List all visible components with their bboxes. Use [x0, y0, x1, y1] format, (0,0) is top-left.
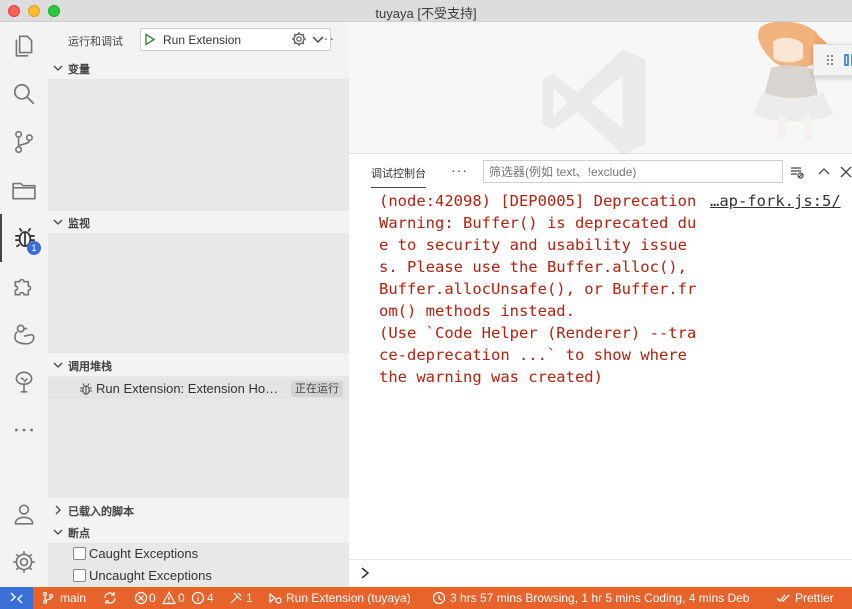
- callstack-session-row[interactable]: Run Extension: Extension Ho… 正在运行: [48, 379, 349, 399]
- files-icon: [15, 35, 33, 57]
- source-control-icon: [15, 130, 33, 154]
- vscode-watermark-logo: [542, 49, 646, 153]
- callstack-label: 调用堆栈: [68, 361, 112, 373]
- panel-more-icon[interactable]: ···: [451, 162, 468, 178]
- console-filter-input[interactable]: [483, 160, 783, 183]
- git-branch-icon: [42, 591, 54, 605]
- chevron-down-icon: [53, 362, 63, 368]
- search-activity[interactable]: [0, 70, 48, 118]
- watch-section-header[interactable]: 监视: [48, 211, 349, 233]
- status-bar: main 0 0 4 1 Run Extension (tuyaya) 3 hr…: [0, 587, 852, 609]
- folder-activity[interactable]: [0, 166, 48, 214]
- search-icon: [13, 83, 35, 105]
- more-icon: [15, 428, 33, 432]
- remote-indicator[interactable]: [0, 587, 33, 609]
- tree-icon: [15, 371, 33, 393]
- callstack-section-header[interactable]: 调用堆栈: [48, 354, 349, 376]
- console-source-link[interactable]: …ap-fork.js:5/: [710, 190, 841, 212]
- duck-icon: [14, 324, 35, 345]
- time-tracking-label[interactable]: 3 hrs 57 mins Browsing, 1 hr 5 mins Codi…: [450, 591, 749, 605]
- repl-divider: [349, 559, 852, 560]
- open-launch-json-gear-icon[interactable]: [291, 31, 307, 47]
- tab-debug-console[interactable]: 调试控制台: [371, 165, 426, 188]
- watch-label: 监视: [68, 218, 90, 230]
- breakpoints-label: 断点: [68, 528, 90, 540]
- docker-activity[interactable]: [0, 310, 48, 358]
- chevron-down-icon: [53, 219, 63, 225]
- console-warning-message: (node:42098) [DEP0005] DeprecationWarnin…: [379, 192, 697, 386]
- manage-activity[interactable]: [0, 538, 48, 586]
- close-panel-icon[interactable]: [839, 165, 852, 179]
- debug-session-icon: [80, 383, 92, 395]
- pause-icon[interactable]: [842, 52, 852, 68]
- uncaught-exceptions-label: Uncaught Exceptions: [89, 568, 212, 583]
- debug-toolbar: [813, 44, 852, 76]
- variables-section-header[interactable]: 变量: [48, 57, 349, 79]
- warning-count[interactable]: 0: [178, 591, 185, 605]
- error-count[interactable]: 0: [149, 591, 156, 605]
- callstack-session-label: Run Extension: Extension Ho…: [96, 381, 279, 396]
- check-double-icon: [776, 594, 790, 602]
- source-control-activity[interactable]: [0, 118, 48, 166]
- sidebar-title: 运行和调试: [68, 36, 123, 48]
- caught-exceptions-checkbox[interactable]: [73, 547, 86, 560]
- extensions-activity[interactable]: [0, 262, 48, 310]
- sidebar-header: 运行和调试 Run Extension ···: [48, 22, 349, 57]
- account-icon: [14, 504, 34, 525]
- launch-config-label: Run Extension: [163, 33, 242, 47]
- info-count[interactable]: 4: [207, 591, 214, 605]
- chevron-right-icon: [55, 505, 61, 515]
- gear-icon: [13, 551, 35, 573]
- run-debug-sidebar: 运行和调试 Run Extension ··· 变量 监视 调用堆栈 Run E…: [48, 22, 349, 587]
- clear-console-icon[interactable]: [790, 165, 804, 179]
- caught-exceptions-label: Caught Exceptions: [89, 546, 199, 561]
- warning-icon: [162, 591, 176, 605]
- git-branch-label[interactable]: main: [60, 591, 86, 605]
- maximize-panel-icon[interactable]: [817, 165, 831, 179]
- breakpoint-row-caught[interactable]: Caught Exceptions: [48, 543, 349, 565]
- watch-pane: [48, 233, 349, 353]
- error-icon: [134, 591, 148, 605]
- tree-activity[interactable]: [0, 358, 48, 406]
- callstack-status-badge: 正在运行: [291, 381, 343, 397]
- variables-label: 变量: [68, 64, 90, 76]
- variables-pane: [48, 79, 349, 211]
- debug-sessions-icon: [230, 592, 242, 604]
- uncaught-exceptions-checkbox[interactable]: [73, 569, 86, 582]
- explorer-activity[interactable]: [0, 22, 48, 70]
- title-bar: tuyaya [不受支持]: [0, 0, 852, 22]
- remote-icon: [10, 592, 23, 604]
- sync-icon[interactable]: [103, 591, 117, 605]
- window-title: tuyaya [不受支持]: [375, 6, 477, 21]
- prettier-label[interactable]: Prettier: [795, 591, 834, 605]
- activity-bar: 1: [0, 22, 48, 587]
- background-character-image: [753, 22, 840, 140]
- repl-prompt-chevron-icon: [361, 567, 370, 579]
- drag-handle-icon[interactable]: [822, 52, 838, 68]
- sidebar-more-icon[interactable]: ···: [318, 30, 335, 46]
- loaded-scripts-label: 已载入的脚本: [68, 506, 134, 518]
- debug-alt-icon: [269, 592, 282, 604]
- clock-history-icon: [432, 591, 446, 605]
- debug-sessions-count[interactable]: 1: [246, 591, 253, 605]
- editor-area: [349, 22, 852, 153]
- puzzle-icon: [14, 278, 32, 296]
- info-icon: [191, 591, 205, 605]
- folder-icon: [12, 182, 36, 200]
- vscode-window: tuyaya [不受支持] 1 运行和调试 Run Extension ··· …: [0, 0, 852, 609]
- chevron-down-icon: [53, 529, 63, 535]
- loaded-scripts-section-header[interactable]: 已载入的脚本: [48, 499, 349, 521]
- accounts-activity[interactable]: [0, 490, 48, 538]
- run-debug-activity[interactable]: 1: [0, 214, 48, 262]
- debug-badge: 1: [27, 241, 41, 255]
- debug-target-label[interactable]: Run Extension (tuyaya): [286, 591, 411, 605]
- chevron-down-icon: [53, 65, 63, 71]
- breakpoint-row-uncaught[interactable]: Uncaught Exceptions: [48, 565, 349, 587]
- breakpoints-section-header[interactable]: 断点: [48, 521, 349, 543]
- more-activity[interactable]: [0, 406, 48, 454]
- play-icon[interactable]: [144, 33, 156, 46]
- debug-console-panel: 调试控制台 ··· (node:42098) [DEP0005] Depreca…: [349, 153, 852, 587]
